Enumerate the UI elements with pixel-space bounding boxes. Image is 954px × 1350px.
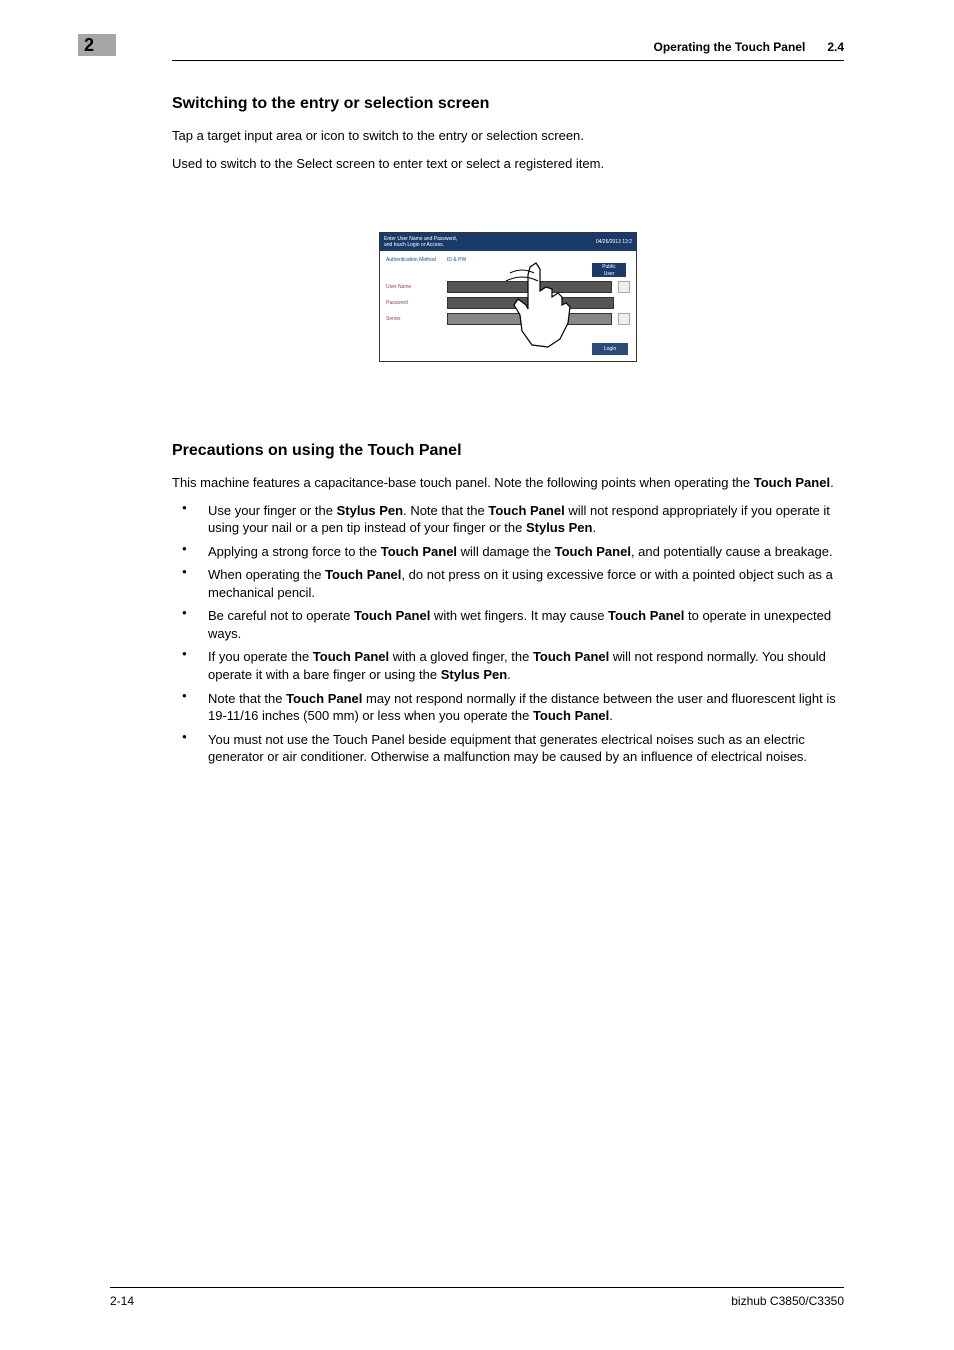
section2-heading: Precautions on using the Touch Panel (172, 442, 844, 460)
list-item: Applying a strong force to the Touch Pan… (172, 543, 844, 561)
figure-label-password: Password (386, 300, 441, 306)
figure-public-user-button: Public User (592, 263, 626, 277)
figure-container: Enter User Name and Password, and touch … (172, 232, 844, 362)
chapter-tab: 2 (78, 34, 116, 56)
figure-label-idpw: ID & PW (447, 257, 466, 263)
figure-list-icon (618, 313, 630, 325)
figure-label-server: Server (386, 316, 441, 322)
figure-title-left: Enter User Name and Password, and touch … (384, 236, 457, 248)
header-title: Operating the Touch Panel (654, 40, 806, 54)
list-item: Be careful not to operate Touch Panel wi… (172, 607, 844, 642)
figure-datetime: 04/26/2013 13:2 (596, 239, 632, 245)
list-item: Note that the Touch Panel may not respon… (172, 690, 844, 725)
list-item: If you operate the Touch Panel with a gl… (172, 648, 844, 683)
section2-intro: This machine features a capacitance-base… (172, 474, 844, 492)
figure-server-field (447, 313, 612, 325)
figure-titlebar: Enter User Name and Password, and touch … (380, 233, 636, 251)
list-item: Use your finger or the Stylus Pen. Note … (172, 502, 844, 537)
list-item: You must not use the Touch Panel beside … (172, 731, 844, 766)
figure-keyboard-icon (618, 281, 630, 293)
section1-heading: Switching to the entry or selection scre… (172, 95, 844, 113)
chapter-number: 2 (84, 35, 94, 56)
figure-username-field (447, 281, 612, 293)
touch-panel-figure: Enter User Name and Password, and touch … (379, 232, 637, 362)
page-header: Operating the Touch Panel 2.4 (172, 40, 844, 61)
figure-label-auth: Authentication Method (386, 257, 441, 263)
list-item: When operating the Touch Panel, do not p… (172, 566, 844, 601)
footer-page-number: 2-14 (110, 1294, 134, 1308)
section1-paragraph-2: Used to switch to the Select screen to e… (172, 155, 844, 173)
page-footer: 2-14 bizhub C3850/C3350 (110, 1287, 844, 1308)
figure-label-username: User Name (386, 284, 441, 290)
section1-paragraph-1: Tap a target input area or icon to switc… (172, 127, 844, 145)
figure-password-field (447, 297, 614, 309)
figure-login-button: Login (592, 343, 628, 355)
precautions-list: Use your finger or the Stylus Pen. Note … (172, 502, 844, 766)
header-section-number: 2.4 (827, 40, 844, 54)
footer-model: bizhub C3850/C3350 (731, 1294, 844, 1308)
